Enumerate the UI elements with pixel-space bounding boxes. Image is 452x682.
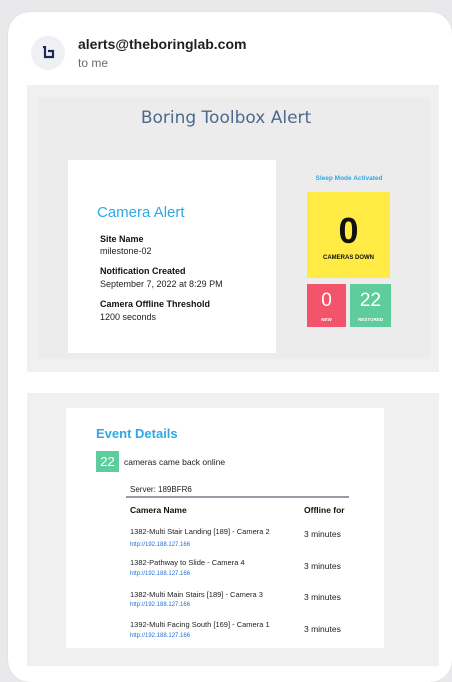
- sender-avatar[interactable]: [31, 36, 65, 70]
- server-divider: [126, 496, 349, 498]
- event-details-title: Event Details: [96, 426, 178, 441]
- restored-count: 22: [359, 290, 382, 311]
- server-label: Server: 189BFR6: [130, 485, 192, 494]
- site-name-label: Site Name: [100, 234, 144, 244]
- camera-row-offline: 3 minutes: [304, 624, 341, 634]
- camera-row-link[interactable]: http://192.188.127.166: [130, 542, 190, 548]
- column-camera-name: Camera Name: [130, 505, 187, 515]
- camera-row-name: 1382-Multi Stair Landing [189] - Camera …: [130, 527, 270, 536]
- cameras-down-label: CAMERAS DOWN: [323, 255, 374, 261]
- cameras-down-tile: 0 CAMERAS DOWN: [307, 192, 390, 278]
- offline-threshold-label: Camera Offline Threshold: [100, 299, 211, 309]
- recipient-label[interactable]: to me: [78, 56, 108, 70]
- camera-row-name: 1382-Pathway to Slide - Camera 4: [130, 558, 245, 567]
- cameras-down-count: 0: [338, 210, 359, 251]
- camera-row-link[interactable]: http://192.188.127.166: [130, 602, 190, 608]
- camera-row-link[interactable]: http://192.188.127.166: [130, 633, 190, 639]
- camera-row-name: 1392-Multi Facing South [169] - Camera 1: [130, 620, 270, 629]
- camera-row-link[interactable]: http://192.188.127.166: [130, 571, 190, 577]
- back-online-count-badge: 22: [96, 451, 119, 472]
- camera-alert-heading: Camera Alert: [97, 204, 185, 221]
- camera-row-offline: 3 minutes: [304, 529, 341, 539]
- alert-title: Boring Toolbox Alert: [140, 108, 312, 128]
- sender-email[interactable]: alerts@theboringlab.com: [78, 36, 246, 52]
- new-tile: 0 NEW: [307, 284, 346, 327]
- camera-alert-box: [68, 160, 276, 353]
- notification-created-value: September 7, 2022 at 8:29 PM: [100, 279, 223, 289]
- camera-row-offline: 3 minutes: [304, 592, 341, 602]
- new-count: 0: [321, 290, 332, 311]
- camera-row-offline: 3 minutes: [304, 561, 341, 571]
- column-offline-for: Offline for: [304, 505, 345, 515]
- sleep-mode-status: Sleep Mode Activated: [315, 175, 383, 182]
- camera-row-name: 1382-Multi Main Stairs [189] - Camera 3: [130, 590, 263, 599]
- back-online-text: cameras came back online: [124, 457, 226, 467]
- restored-label: RESTORED: [358, 317, 383, 322]
- restored-tile: 22 RESTORED: [350, 284, 391, 327]
- boring-lab-logo-icon: [43, 46, 55, 59]
- offline-threshold-value: 1200 seconds: [100, 312, 157, 322]
- new-label: NEW: [321, 317, 332, 322]
- notification-created-label: Notification Created: [100, 266, 186, 276]
- site-name-value: milestone-02: [100, 246, 152, 256]
- alert-stats: Sleep Mode Activated 0 CAMERAS DOWN 0 NE…: [303, 160, 395, 353]
